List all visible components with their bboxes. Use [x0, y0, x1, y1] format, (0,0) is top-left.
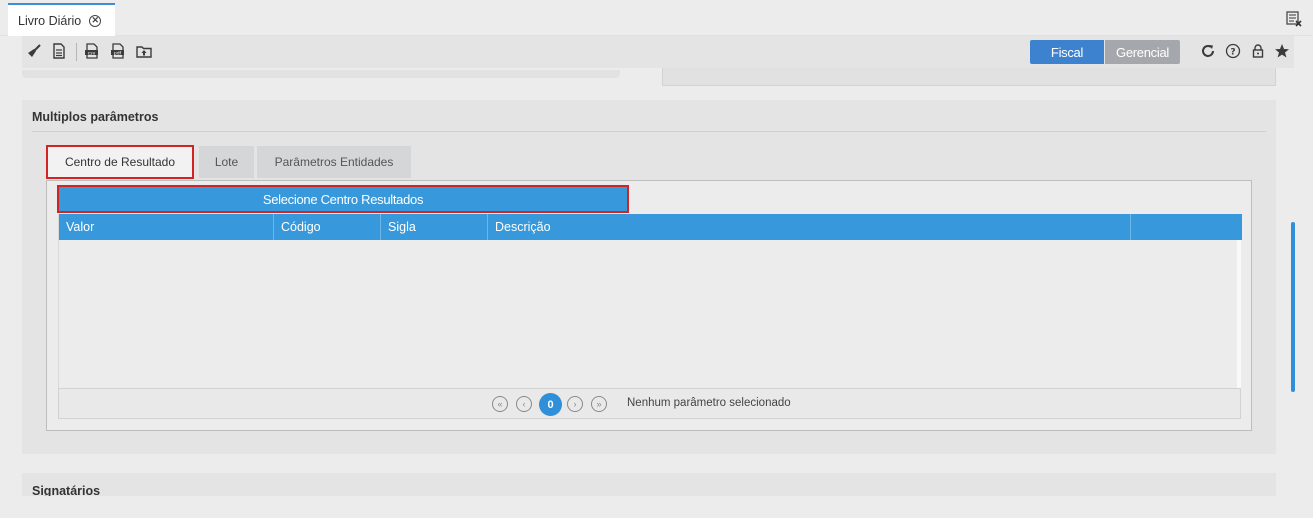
help-icon[interactable]: ?	[1225, 43, 1241, 59]
close-all-tabs-icon[interactable]	[1285, 10, 1303, 28]
toolbar: csv pdf Fiscal Gerencial ?	[22, 36, 1294, 68]
bottom-strip	[0, 496, 1313, 518]
page-scrollbar-thumb[interactable]	[1291, 222, 1295, 392]
refresh-icon[interactable]	[1200, 43, 1216, 59]
close-circle-icon[interactable]: ✕	[89, 14, 102, 27]
column-header-valor[interactable]: Valor	[59, 214, 274, 240]
lock-icon[interactable]	[1250, 43, 1266, 59]
star-icon[interactable]	[1274, 43, 1290, 59]
section-divider	[32, 131, 1266, 132]
tab-centro-de-resultado[interactable]: Centro de Resultado	[46, 145, 194, 179]
column-header-actions	[1131, 214, 1242, 240]
broom-clean-icon[interactable]	[26, 43, 42, 59]
grid-header: Valor Código Sigla Descrição	[59, 214, 1242, 240]
column-header-descricao[interactable]: Descrição	[488, 214, 1131, 240]
parameters-grid: Valor Código Sigla Descrição	[58, 214, 1242, 388]
content-area: Multiplos parâmetros Centro de Resultado…	[0, 68, 1290, 518]
toolbar-separator	[76, 43, 77, 61]
svg-text:csv: csv	[88, 51, 96, 56]
document-icon[interactable]	[51, 43, 67, 59]
column-header-codigo[interactable]: Código	[274, 214, 381, 240]
current-page[interactable]: 0	[539, 393, 562, 416]
view-mode-toggle: Fiscal Gerencial	[1030, 40, 1180, 64]
section-title: Multiplos parâmetros	[32, 110, 159, 124]
svg-text:?: ?	[1230, 48, 1235, 58]
upload-folder-icon[interactable]	[136, 43, 152, 59]
first-page-icon[interactable]: «	[492, 396, 508, 412]
select-centro-resultados-button[interactable]: Selecione Centro Resultados	[57, 185, 629, 213]
grid-scrollbar[interactable]	[1237, 240, 1241, 388]
pager-status: Nenhum parâmetro selecionado	[627, 397, 791, 409]
tab-lote[interactable]: Lote	[199, 146, 254, 178]
tab-parametros-entidades[interactable]: Parâmetros Entidades	[257, 146, 411, 178]
previous-panel-bottom	[662, 68, 1276, 86]
multiplos-parametros-panel: Multiplos parâmetros Centro de Resultado…	[22, 100, 1276, 454]
svg-text:pdf: pdf	[114, 50, 122, 56]
export-csv-icon[interactable]: csv	[84, 43, 100, 59]
previous-page-icon[interactable]: ‹	[516, 396, 532, 412]
document-tab-bar: Livro Diário ✕	[0, 0, 1313, 36]
column-header-sigla[interactable]: Sigla	[381, 214, 488, 240]
tab-livro-diario[interactable]: Livro Diário ✕	[8, 3, 115, 36]
grid-pager: « ‹ 0 › » Nenhum parâmetro selecionado	[58, 388, 1241, 419]
previous-field-bottom	[22, 70, 620, 78]
export-pdf-icon[interactable]: pdf	[110, 43, 126, 59]
gerencial-button[interactable]: Gerencial	[1105, 40, 1180, 64]
tab-content: Selecione Centro Resultados Valor Código…	[46, 180, 1252, 431]
fiscal-button[interactable]: Fiscal	[1030, 40, 1104, 64]
tab-title: Livro Diário	[18, 13, 82, 28]
next-page-icon[interactable]: ›	[567, 396, 583, 412]
last-page-icon[interactable]: »	[591, 396, 607, 412]
